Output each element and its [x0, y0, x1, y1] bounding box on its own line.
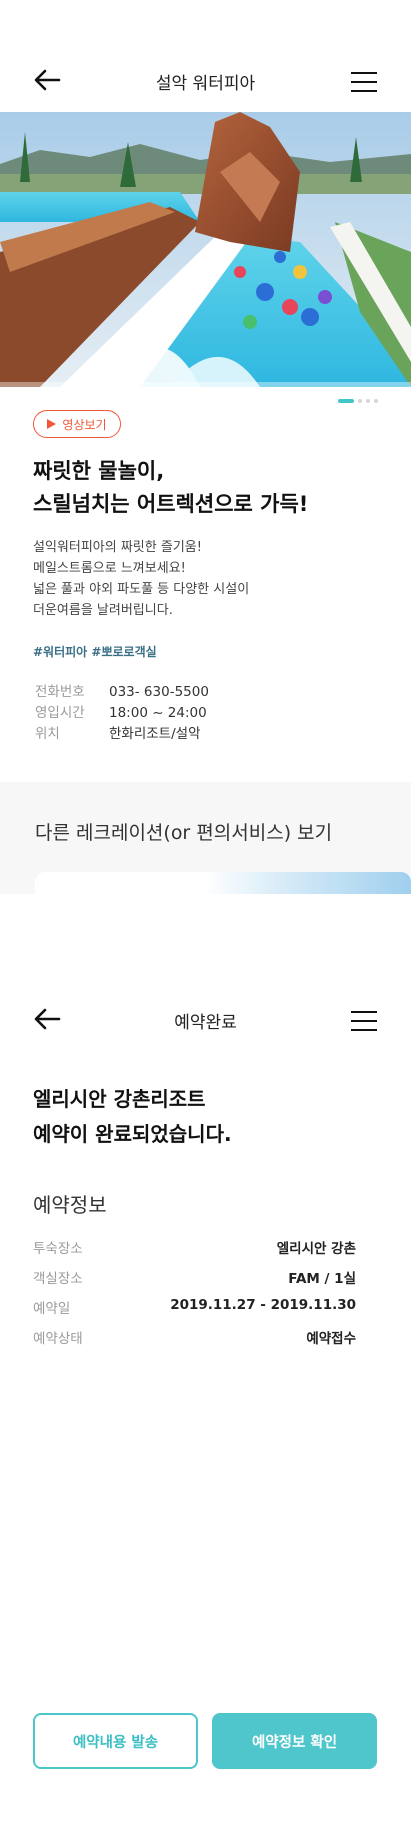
menu-button[interactable]	[351, 72, 377, 92]
recreation-card[interactable]	[35, 872, 411, 894]
reservation-row-room: 객실장소 FAM / 1실	[33, 1267, 356, 1287]
info-value: 한화리조트/설악	[109, 726, 201, 742]
info-label: 위치	[35, 726, 60, 742]
reservation-label: 예약상태	[33, 1331, 83, 1347]
video-button[interactable]: 영상보기	[33, 410, 121, 438]
carousel-indicator	[338, 399, 378, 403]
menu-button[interactable]	[351, 1011, 377, 1031]
info-value[interactable]: 033- 630-5500	[109, 684, 209, 700]
description-line: 메일스트롬으로 느껴보세요!	[33, 561, 186, 576]
description-line: 넓은 풀과 야외 파도풀 등 다양한 시설이	[33, 582, 250, 597]
reservation-label: 예약일	[33, 1301, 71, 1317]
reservation-info-title: 예약정보	[33, 1193, 107, 1217]
completion-title: 엘리시안 강촌리조트 예약이 완료되었습니다.	[33, 1082, 232, 1152]
hamburger-menu-icon	[351, 72, 377, 92]
video-button-label: 영상보기	[62, 417, 107, 432]
play-icon	[47, 419, 57, 429]
headline-line-2: 스릴넘치는 어트렉션으로 가득!	[33, 492, 309, 516]
description-line: 더운여름을 날려버립니다.	[33, 603, 173, 618]
page-title: 설악 워터피아	[155, 74, 256, 94]
headline-line-1: 짜릿한 물놀이,	[33, 459, 165, 483]
headline: 짜릿한 물놀이, 스릴넘치는 어트렉션으로 가득!	[33, 455, 308, 521]
carousel-dot[interactable]	[366, 399, 370, 403]
send-reservation-button[interactable]: 예약내용 발송	[33, 1713, 198, 1769]
hero-image[interactable]	[0, 112, 411, 387]
completion-title-line-1: 엘리시안 강촌리조트	[33, 1087, 206, 1111]
hashtags[interactable]: #워터피아 #뽀로로객실	[33, 643, 157, 660]
reservation-value: 2019.11.27 - 2019.11.30	[170, 1297, 356, 1313]
reservation-row-place: 투숙장소 엘리시안 강촌	[33, 1237, 356, 1257]
reservation-label: 투숙장소	[33, 1241, 83, 1257]
hamburger-menu-icon	[351, 1011, 377, 1031]
info-value: 18:00 ~ 24:00	[109, 705, 207, 721]
page-title: 예약완료	[174, 1013, 237, 1033]
reservation-value: FAM / 1실	[288, 1271, 356, 1287]
description-line: 설익워터피아의 짜릿한 즐기움!	[33, 540, 202, 555]
confirm-reservation-button[interactable]: 예약정보 확인	[212, 1713, 377, 1769]
reservation-label: 객실장소	[33, 1271, 83, 1287]
carousel-dot-active[interactable]	[338, 399, 354, 403]
reservation-value: 엘리시안 강촌	[276, 1241, 356, 1257]
carousel-dot[interactable]	[358, 399, 362, 403]
carousel-dot[interactable]	[374, 399, 378, 403]
reservation-value: 예약접수	[306, 1331, 356, 1347]
reservation-row-date: 예약일 2019.11.27 - 2019.11.30	[33, 1297, 356, 1317]
reservation-row-status: 예약상태 예약접수	[33, 1327, 356, 1347]
info-label: 전화번호	[35, 684, 85, 700]
other-recreation-section: 다른 레크레이션(or 편의서비스) 보기	[0, 782, 411, 894]
info-row-phone: 전화번호 033- 630-5500	[35, 680, 209, 700]
info-row-hours: 영입시간 18:00 ~ 24:00	[35, 701, 207, 721]
section-title: 다른 레크레이션(or 편의서비스) 보기	[35, 822, 333, 844]
completion-title-line-2: 예약이 완료되었습니다.	[33, 1122, 232, 1146]
info-row-location: 위치 한화리조트/설악	[35, 722, 201, 742]
description: 설익워터피아의 짜릿한 즐기움! 메일스트롬으로 느껴보세요! 넓은 풀과 야외…	[33, 537, 249, 621]
info-label: 영입시간	[35, 705, 85, 721]
